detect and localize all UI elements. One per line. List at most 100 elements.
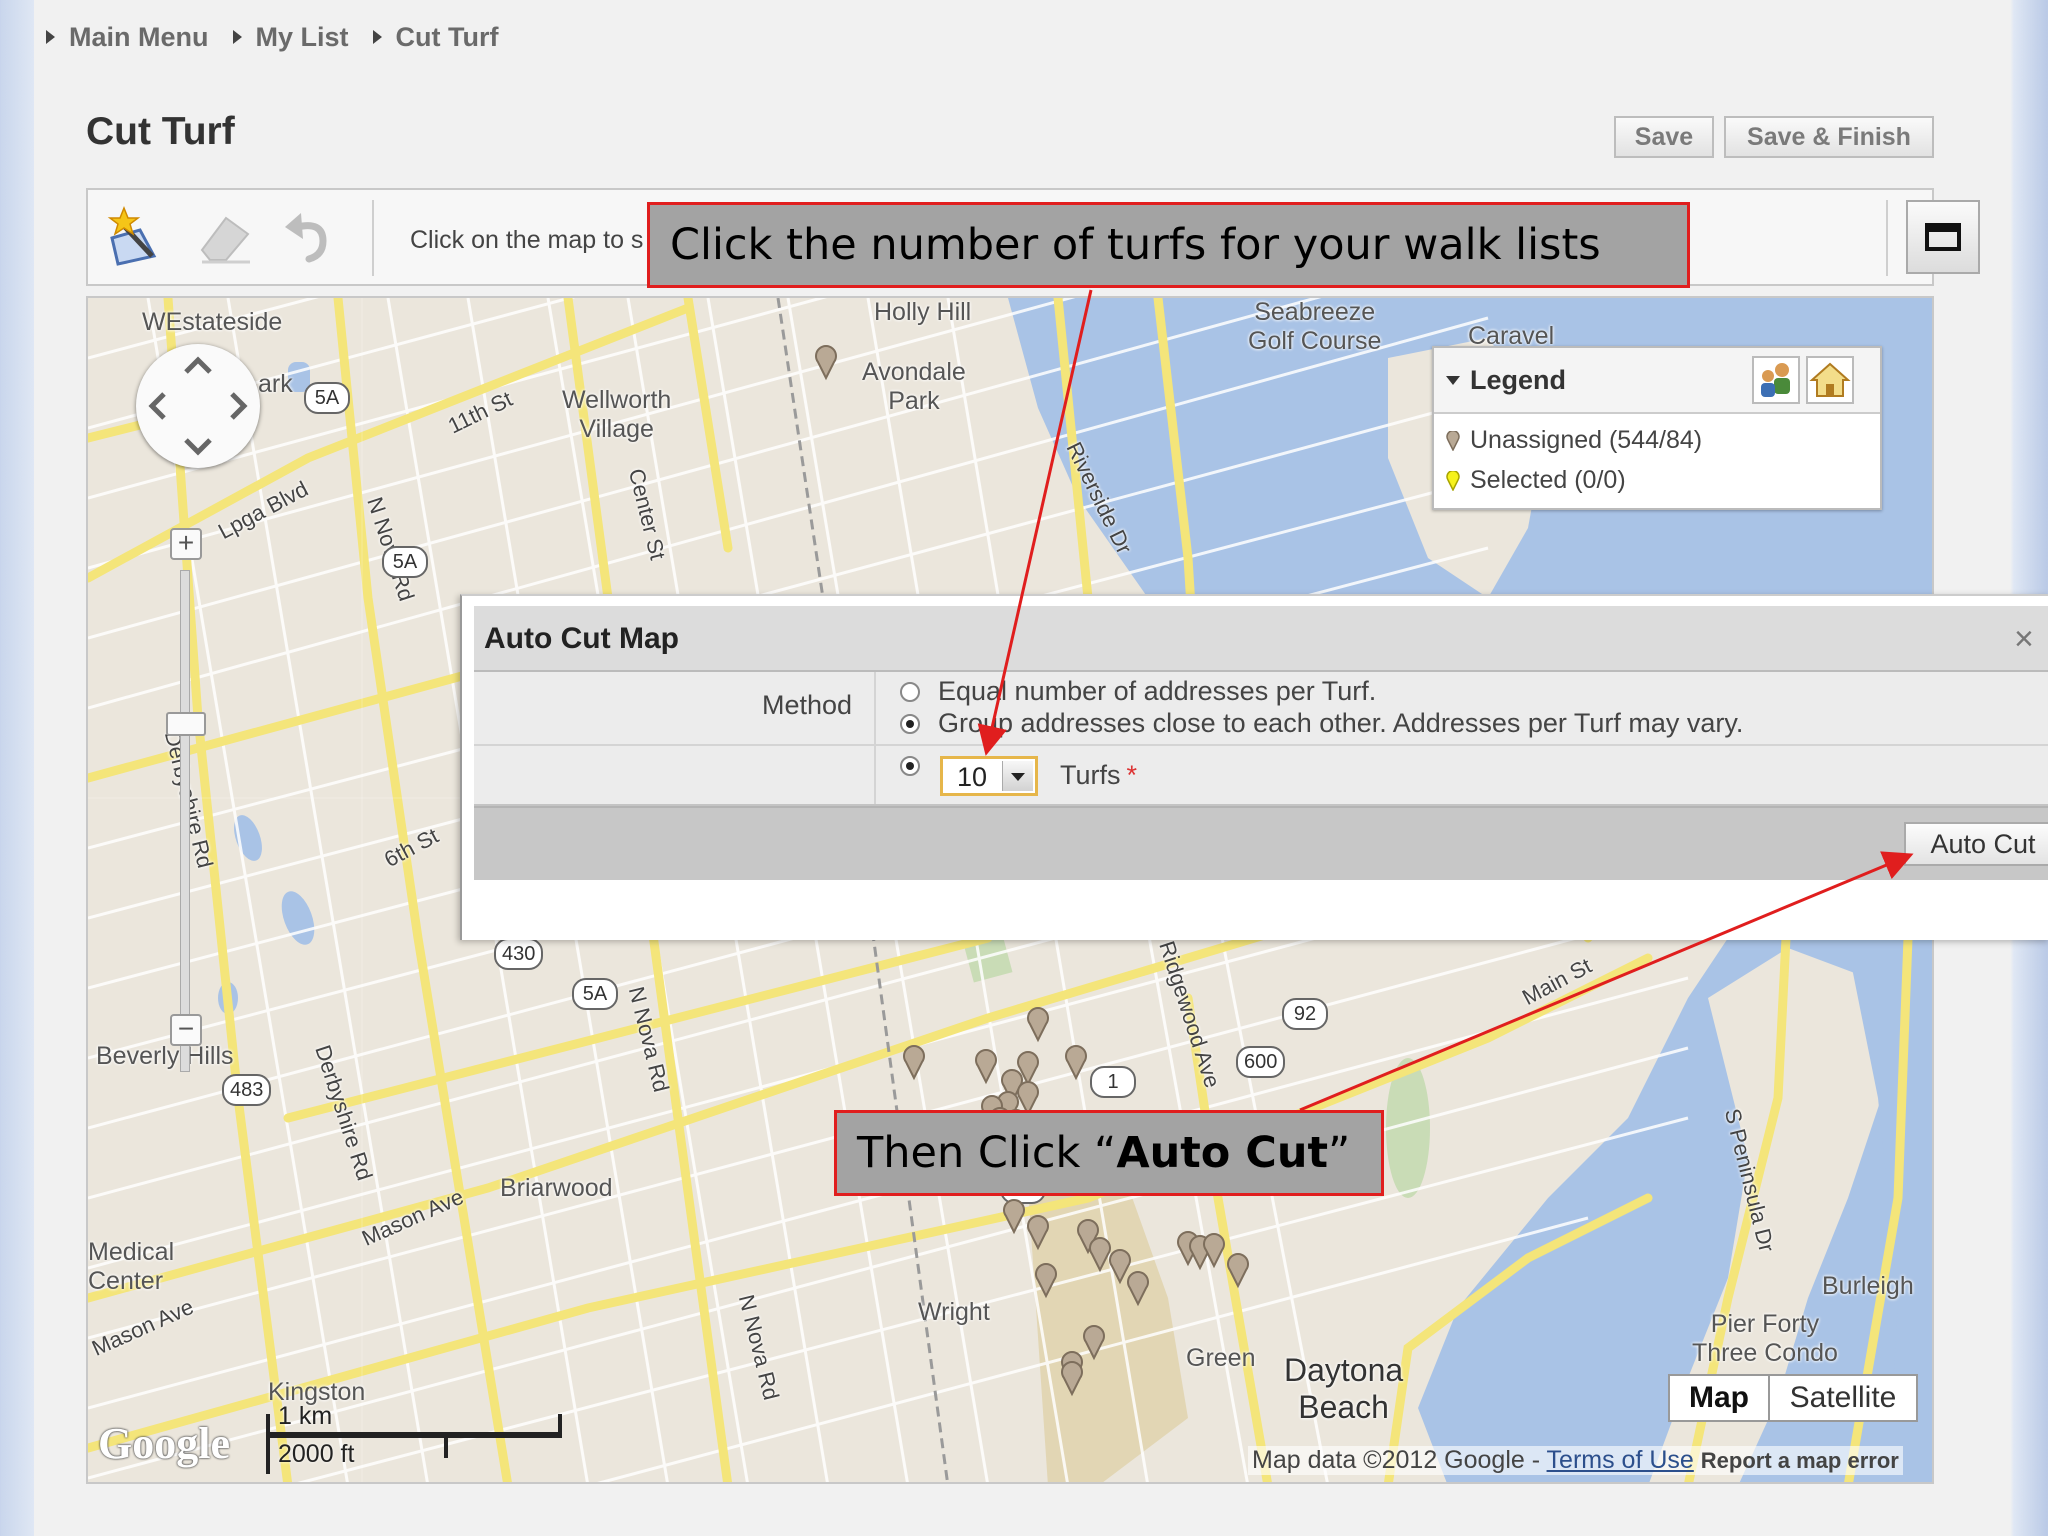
scale-tick — [444, 1436, 448, 1458]
callout-text-post: ” — [1328, 1128, 1351, 1178]
breadcrumb-label: Main Menu — [69, 21, 209, 52]
terms-of-use-link[interactable]: Terms of Use — [1547, 1446, 1694, 1474]
zoom-out-button[interactable]: − — [170, 1014, 202, 1046]
method-label: Method — [762, 690, 853, 720]
dialog-body: Method Equal number of addresses per Tur… — [474, 672, 2048, 880]
legend-row-unassigned: Unassigned (544/84) — [1446, 426, 1702, 455]
scale-km-label: 1 km — [278, 1402, 333, 1430]
option-equal-label: Equal number of addresses per Turf. — [938, 676, 1377, 706]
option-group-label: Group addresses close to each other. Add… — [938, 708, 1744, 738]
scale-tick — [558, 1414, 562, 1436]
required-mark: * — [1126, 760, 1138, 790]
fullscreen-button[interactable] — [1906, 200, 1980, 274]
legend-header[interactable]: Legend — [1434, 348, 1880, 414]
callout-text: Click the number of turfs for your walk … — [670, 220, 1601, 270]
eraser-icon — [200, 216, 250, 264]
map-pan-control[interactable] — [136, 344, 260, 468]
house-icon — [1809, 362, 1851, 397]
address-pin[interactable] — [815, 345, 837, 381]
address-pin[interactable] — [1003, 1199, 1025, 1235]
legend-selected-label: Selected (0/0) — [1470, 466, 1626, 494]
map-type-satellite-button[interactable]: Satellite — [1768, 1374, 1918, 1422]
address-pin[interactable] — [1035, 1263, 1057, 1299]
address-pin[interactable] — [1027, 1215, 1049, 1251]
callout-text-pre: Then Click “ — [857, 1128, 1117, 1178]
yellow-pin-icon — [1446, 470, 1460, 491]
legend-unassigned-label: Unassigned (544/84) — [1470, 426, 1703, 454]
legend-row-selected: Selected (0/0) — [1446, 466, 1626, 495]
radio-turf-count[interactable] — [900, 756, 920, 776]
turf-count-row: 10 Turfs * — [474, 746, 2048, 806]
scale-ft-label: 2000 ft — [278, 1440, 355, 1468]
turfs-label-text: Turfs — [1060, 760, 1121, 790]
map-type-map-button[interactable]: Map — [1668, 1374, 1770, 1422]
callout-choose-turf-count: Click the number of turfs for your walk … — [647, 202, 1690, 288]
triangle-right-icon — [232, 30, 242, 44]
zoom-slider-handle[interactable] — [166, 712, 206, 736]
turfs-label: Turfs * — [1060, 760, 1137, 791]
legend-people-icon[interactable] — [1752, 356, 1800, 404]
attribution-text: Map data ©2012 Google - — [1252, 1446, 1547, 1474]
breadcrumb-cut-turf[interactable]: Cut Turf — [372, 21, 499, 53]
address-pin[interactable] — [1083, 1325, 1105, 1361]
report-map-error-link[interactable]: Report a map error — [1701, 1448, 1899, 1473]
column-divider — [874, 672, 876, 804]
turf-count-value: 10 — [957, 762, 988, 792]
gray-pin-icon — [1446, 430, 1460, 451]
address-pin[interactable] — [1127, 1271, 1149, 1307]
fullscreen-icon — [1925, 223, 1961, 251]
address-pin[interactable] — [1203, 1233, 1225, 1269]
zoom-in-button[interactable]: + — [170, 528, 202, 560]
triangle-right-icon — [372, 30, 382, 44]
triangle-right-icon — [46, 30, 55, 44]
eraser-tool[interactable] — [190, 202, 260, 272]
map-legend: Legend Unassigned (544/84) Selected (0/0… — [1432, 346, 1882, 510]
legend-title: Legend — [1470, 365, 1567, 395]
magic-wand-icon — [107, 205, 157, 266]
toolbar-divider — [372, 200, 374, 276]
address-pin[interactable] — [1065, 1045, 1087, 1081]
auto-cut-map-dialog: Auto Cut Map × Method Equal number of ad… — [460, 594, 2048, 940]
method-row: Method Equal number of addresses per Tur… — [474, 672, 2048, 746]
dialog-footer: Auto Cut — [474, 806, 2048, 880]
address-pin[interactable] — [1227, 1253, 1249, 1289]
radio-equal-addresses[interactable] — [900, 682, 920, 702]
breadcrumb-label: Cut Turf — [395, 21, 499, 52]
undo-icon — [285, 213, 327, 263]
radio-group-addresses[interactable] — [900, 714, 920, 734]
breadcrumb-main-menu[interactable]: Main Menu — [46, 22, 209, 53]
map-scale: 1 km 2000 ft — [266, 1402, 562, 1474]
triangle-down-icon — [1446, 376, 1460, 385]
google-logo: Google — [98, 1419, 230, 1468]
undo-tool[interactable] — [274, 202, 344, 272]
dialog-header: Auto Cut Map × — [474, 606, 2048, 672]
scale-bar — [266, 1432, 562, 1438]
callout-click-auto-cut: Then Click “Auto Cut” — [834, 1110, 1384, 1196]
address-pin[interactable] — [1089, 1237, 1111, 1273]
breadcrumb: Main Menu My List Cut Turf — [46, 20, 522, 54]
auto-cut-button[interactable]: Auto Cut — [1904, 822, 2048, 866]
turf-count-select[interactable]: 10 — [940, 756, 1038, 796]
callout-text-bold: Auto Cut — [1116, 1128, 1328, 1178]
save-button[interactable]: Save — [1614, 116, 1714, 158]
zoom-slider-track[interactable] — [180, 570, 190, 1072]
save-finish-button[interactable]: Save & Finish — [1724, 116, 1934, 158]
toolbar-divider — [1886, 200, 1888, 276]
pan-arrows-icon — [148, 356, 248, 456]
address-pin[interactable] — [975, 1049, 997, 1085]
breadcrumb-label: My List — [255, 21, 349, 52]
breadcrumb-my-list[interactable]: My List — [232, 21, 349, 53]
scale-tick — [266, 1414, 270, 1474]
draw-turf-tool[interactable] — [102, 202, 172, 272]
address-pin[interactable] — [903, 1045, 925, 1081]
legend-house-icon[interactable] — [1806, 356, 1854, 404]
page-title: Cut Turf — [86, 110, 235, 153]
map-attribution: Map data ©2012 Google - Terms of Use Rep… — [1248, 1446, 1903, 1475]
address-pin[interactable] — [1027, 1007, 1049, 1043]
address-pin[interactable] — [1109, 1249, 1131, 1285]
close-icon[interactable]: × — [2014, 620, 2034, 659]
chevron-down-icon[interactable] — [1002, 761, 1033, 791]
people-icon — [1761, 363, 1790, 397]
address-pin[interactable] — [1061, 1361, 1083, 1397]
dialog-title: Auto Cut Map — [484, 622, 679, 655]
